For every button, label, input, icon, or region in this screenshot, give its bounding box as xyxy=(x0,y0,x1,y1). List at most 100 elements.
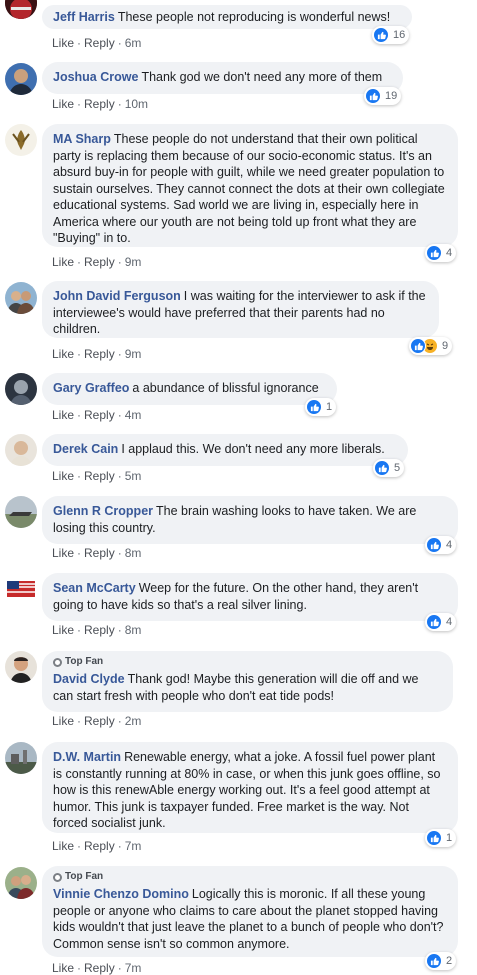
avatar[interactable] xyxy=(5,867,37,899)
top-fan-badge[interactable]: Top Fan xyxy=(53,656,442,668)
comment-author[interactable]: Glenn R Cropper xyxy=(53,504,153,518)
reply-link[interactable]: Reply xyxy=(84,961,115,975)
separator-dot: · xyxy=(77,408,82,422)
like-link[interactable]: Like xyxy=(52,961,74,975)
timestamp[interactable]: 6m xyxy=(125,36,142,50)
comment-author[interactable]: Vinnie Chenzo Domino xyxy=(53,887,189,901)
reaction-count: 4 xyxy=(446,247,453,259)
top-fan-icon xyxy=(53,872,62,882)
comment-author[interactable]: Derek Cain xyxy=(53,442,118,456)
reaction-summary[interactable]: 9 xyxy=(409,337,453,355)
like-link[interactable]: Like xyxy=(52,347,74,361)
avatar[interactable] xyxy=(5,651,37,683)
timestamp[interactable]: 9m xyxy=(125,255,142,269)
reaction-summary[interactable]: 1 xyxy=(305,398,337,416)
reaction-summary[interactable]: 5 xyxy=(373,459,405,477)
comment-author[interactable]: D.W. Martin xyxy=(53,750,121,764)
reaction-summary[interactable]: 19 xyxy=(364,87,402,105)
timestamp[interactable]: 9m xyxy=(125,347,142,361)
like-link[interactable]: Like xyxy=(52,408,74,422)
like-link[interactable]: Like xyxy=(52,714,74,728)
reaction-summary[interactable]: 2 xyxy=(425,952,457,970)
top-fan-badge[interactable]: Top Fan xyxy=(53,871,447,883)
comment-author[interactable]: Gary Graffeo xyxy=(53,381,129,395)
comment-author[interactable]: Sean McCarty xyxy=(53,581,136,595)
separator-dot: · xyxy=(77,839,82,853)
reply-link[interactable]: Reply xyxy=(84,255,115,269)
reaction-summary[interactable]: 4 xyxy=(425,536,457,554)
timestamp[interactable]: 7m xyxy=(125,839,142,853)
reaction-count: 2 xyxy=(446,955,453,967)
timestamp[interactable]: 10m xyxy=(125,97,148,111)
comment-actions: Like · Reply · 9m xyxy=(52,347,141,361)
comment-author[interactable]: Jeff Harris xyxy=(53,10,115,24)
reaction-summary[interactable]: 4 xyxy=(425,244,457,262)
comment-text: I applaud this. We don't need any more l… xyxy=(121,442,385,456)
comment-actions: Like · Reply · 9m xyxy=(52,255,141,269)
separator-dot: · xyxy=(117,839,122,853)
timestamp[interactable]: 5m xyxy=(125,469,142,483)
timestamp[interactable]: 7m xyxy=(125,961,142,975)
avatar[interactable] xyxy=(5,124,37,156)
reaction-summary[interactable]: 16 xyxy=(372,26,410,44)
comment-actions: Like · Reply · 7m xyxy=(52,839,141,853)
avatar[interactable] xyxy=(5,742,37,774)
separator-dot: · xyxy=(77,469,82,483)
comment-bubble: MA Sharp These people do not understand t… xyxy=(42,124,458,247)
reply-link[interactable]: Reply xyxy=(84,714,115,728)
comment-actions: Like · Reply · 2m xyxy=(52,714,141,728)
separator-dot: · xyxy=(77,714,82,728)
avatar[interactable] xyxy=(5,373,37,405)
like-link[interactable]: Like xyxy=(52,623,74,637)
reply-link[interactable]: Reply xyxy=(84,623,115,637)
avatar[interactable] xyxy=(5,282,37,314)
comment-author[interactable]: John David Ferguson xyxy=(53,289,181,303)
like-link[interactable]: Like xyxy=(52,839,74,853)
comment-text: These people do not understand that thei… xyxy=(53,132,445,245)
separator-dot: · xyxy=(77,961,82,975)
reaction-summary[interactable]: 1 xyxy=(425,829,457,847)
comment-bubble: D.W. Martin Renewable energy, what a joke… xyxy=(42,742,458,833)
comment-author[interactable]: MA Sharp xyxy=(53,132,111,146)
like-link[interactable]: Like xyxy=(52,469,74,483)
reaction-summary[interactable]: 4 xyxy=(425,613,457,631)
separator-dot: · xyxy=(77,546,82,560)
comment-text: These people not reproducing is wonderfu… xyxy=(117,10,391,24)
reaction-count: 4 xyxy=(446,616,453,628)
timestamp[interactable]: 8m xyxy=(125,546,142,560)
comment-actions: Like · Reply · 8m xyxy=(52,623,141,637)
like-icon xyxy=(410,338,426,354)
reply-link[interactable]: Reply xyxy=(84,546,115,560)
timestamp[interactable]: 2m xyxy=(125,714,142,728)
reply-link[interactable]: Reply xyxy=(84,839,115,853)
like-link[interactable]: Like xyxy=(52,546,74,560)
avatar[interactable] xyxy=(5,0,37,19)
timestamp[interactable]: 4m xyxy=(125,408,142,422)
comment-actions: Like · Reply · 6m xyxy=(52,36,141,50)
separator-dot: · xyxy=(77,347,82,361)
avatar[interactable] xyxy=(5,63,37,95)
avatar[interactable] xyxy=(5,496,37,528)
comment-actions: Like · Reply · 10m xyxy=(52,97,148,111)
reply-link[interactable]: Reply xyxy=(84,97,115,111)
like-icon xyxy=(374,460,390,476)
comment-author[interactable]: David Clyde xyxy=(53,672,125,686)
reply-link[interactable]: Reply xyxy=(84,469,115,483)
timestamp[interactable]: 8m xyxy=(125,623,142,637)
like-link[interactable]: Like xyxy=(52,36,74,50)
reply-link[interactable]: Reply xyxy=(84,347,115,361)
avatar[interactable] xyxy=(5,573,37,605)
separator-dot: · xyxy=(117,255,122,269)
separator-dot: · xyxy=(117,714,122,728)
comment-author[interactable]: Joshua Crowe xyxy=(53,70,138,84)
comment-bubble: John David Ferguson I was waiting for the… xyxy=(42,281,439,338)
avatar[interactable] xyxy=(5,434,37,466)
like-link[interactable]: Like xyxy=(52,255,74,269)
comment-text: Thank god we don't need any more of them xyxy=(141,70,383,84)
reply-link[interactable]: Reply xyxy=(84,408,115,422)
separator-dot: · xyxy=(117,347,122,361)
reply-link[interactable]: Reply xyxy=(84,36,115,50)
like-icon xyxy=(365,88,381,104)
comment-text: a abundance of blissful ignorance xyxy=(132,381,319,395)
like-link[interactable]: Like xyxy=(52,97,74,111)
